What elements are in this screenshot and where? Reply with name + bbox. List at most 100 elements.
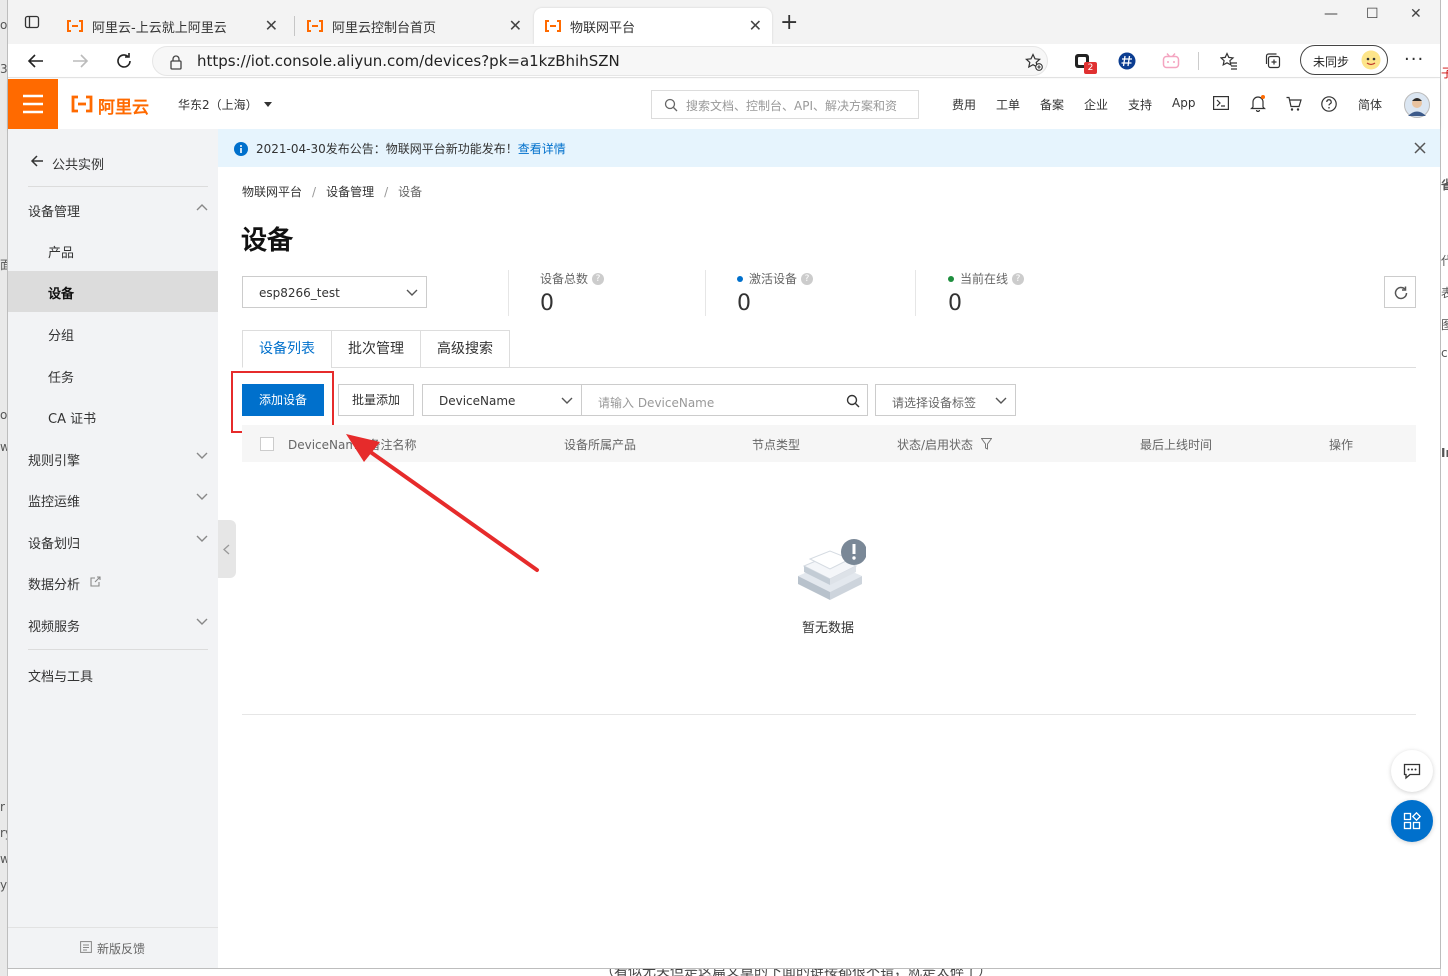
sidebar-section-video[interactable]: 视频服务: [8, 604, 218, 645]
sidebar-section-monitoring[interactable]: 监控运维: [8, 479, 218, 520]
user-avatar[interactable]: [1404, 92, 1430, 118]
announcement-link[interactable]: 查看详情: [518, 142, 566, 156]
bilibili-extension-icon[interactable]: [1162, 52, 1180, 70]
tab-device-list[interactable]: 设备列表: [242, 330, 332, 368]
tab-advanced-search[interactable]: 高级搜索: [420, 330, 510, 368]
filter-icon[interactable]: [981, 438, 992, 450]
close-icon[interactable]: ✕: [265, 17, 278, 35]
batch-add-button[interactable]: 批量添加: [338, 384, 414, 416]
language-switch[interactable]: 简体: [1358, 96, 1382, 113]
bg-fragment: 子: [1441, 66, 1448, 80]
device-name-search-input[interactable]: 请输入 DeviceName: [581, 384, 868, 416]
sidebar-docs-tools[interactable]: 文档与工具: [8, 654, 218, 695]
tab-title: 阿里云-上云就上阿里云: [92, 20, 227, 36]
apps-button[interactable]: [1391, 800, 1433, 842]
tab-actions-icon[interactable]: [24, 14, 40, 30]
aliyun-logo-icon[interactable]: [70, 95, 94, 113]
device-tag-select[interactable]: 请选择设备标签: [875, 384, 1016, 416]
sidebar-section-data-analysis[interactable]: 数据分析: [8, 562, 218, 603]
search-field-select[interactable]: DeviceName: [422, 384, 582, 416]
hash-extension-icon[interactable]: [1118, 52, 1136, 70]
sidebar-section-device-transfer[interactable]: 设备划归: [8, 521, 218, 562]
topbar-link-support[interactable]: 支持: [1128, 96, 1152, 113]
column-header: 操作: [1329, 438, 1354, 452]
maximize-icon[interactable]: ☐: [1366, 6, 1379, 22]
console-search-input[interactable]: 搜索文档、控制台、API、解决方案和资: [651, 90, 919, 119]
reload-icon[interactable]: [114, 51, 134, 71]
browser-tab[interactable]: 阿里云控制台首页 ✕: [296, 8, 532, 44]
collections-icon[interactable]: [1264, 52, 1282, 70]
breadcrumb-item[interactable]: 物联网平台: [242, 185, 302, 199]
sidebar-item-label: 分组: [48, 329, 75, 344]
brand-name[interactable]: 阿里云: [98, 93, 149, 118]
profile-sync-button[interactable]: 未同步: [1300, 45, 1388, 75]
window-close-icon[interactable]: ✕: [1410, 6, 1422, 22]
bg-fragment: 省: [1441, 178, 1448, 192]
feedback-button[interactable]: 新版反馈: [8, 927, 218, 968]
back-icon[interactable]: [26, 51, 46, 71]
bell-icon[interactable]: [1250, 94, 1266, 112]
sidebar: 公共实例 设备管理 产品 设备 分组 任务 CA 证书 规则引擎 监控运维 设备…: [8, 129, 218, 968]
topbar-link-app[interactable]: App: [1172, 96, 1195, 110]
chevron-down-icon: [406, 289, 418, 296]
favorites-icon[interactable]: [1220, 52, 1238, 70]
cart-icon[interactable]: [1286, 96, 1302, 112]
topbar-link-enterprise[interactable]: 企业: [1084, 96, 1108, 113]
close-icon[interactable]: ✕: [509, 17, 522, 35]
menu-button[interactable]: [8, 79, 58, 129]
region-selector[interactable]: 华东2（上海）: [178, 96, 272, 113]
chevron-down-icon: [561, 397, 573, 404]
topbar-link-icp[interactable]: 备案: [1040, 96, 1064, 113]
question-icon[interactable]: ?: [1012, 272, 1025, 285]
search-icon[interactable]: [846, 394, 860, 408]
browser-tab-active[interactable]: 物联网平台 ✕: [534, 8, 772, 44]
topbar-link-tickets[interactable]: 工单: [996, 96, 1020, 113]
bg-fragment: In: [1441, 446, 1448, 460]
breadcrumb-item[interactable]: 设备管理: [326, 185, 374, 199]
forward-icon[interactable]: [70, 51, 90, 71]
help-icon[interactable]: [1321, 96, 1337, 112]
sidebar-section-rules[interactable]: 规则引擎: [8, 438, 218, 479]
sync-label: 未同步: [1313, 55, 1350, 69]
empty-state-illustration: [794, 536, 866, 602]
page-title: 设备: [241, 226, 294, 256]
stat-activated-devices: 激活设备? 0: [737, 270, 814, 316]
sidebar-item-tasks[interactable]: 任务: [8, 355, 218, 396]
column-header: 节点类型: [752, 438, 801, 452]
terminal-icon[interactable]: [1213, 96, 1229, 110]
sidebar-item-ca-cert[interactable]: CA 证书: [8, 396, 218, 437]
close-icon[interactable]: ✕: [749, 17, 762, 35]
sidebar-collapse-handle[interactable]: [218, 520, 236, 578]
sidebar-item-products[interactable]: 产品: [8, 230, 218, 271]
more-menu-icon[interactable]: ···: [1404, 49, 1424, 70]
question-icon[interactable]: ?: [801, 272, 814, 285]
sidebar-back[interactable]: 公共实例: [8, 139, 218, 187]
product-select[interactable]: esp8266_test: [242, 276, 427, 308]
highlight-box: [231, 371, 334, 433]
bg-fragment: oa: [0, 408, 8, 422]
table-bottom-border: [242, 714, 1416, 715]
sidebar-item-groups[interactable]: 分组: [8, 313, 218, 354]
refresh-button[interactable]: [1384, 276, 1416, 308]
topbar-link-fees[interactable]: 费用: [952, 96, 976, 113]
select-all-checkbox[interactable]: [260, 437, 274, 451]
add-favorite-icon[interactable]: [1025, 53, 1043, 71]
lock-icon[interactable]: [169, 54, 183, 70]
url-bar[interactable]: https://iot.console.aliyun.com/devices?p…: [152, 46, 1048, 76]
new-tab-icon[interactable]: +: [780, 12, 798, 34]
tab-batch-management[interactable]: 批次管理: [331, 330, 421, 368]
question-icon[interactable]: ?: [592, 272, 605, 285]
chat-button[interactable]: [1391, 750, 1433, 792]
close-icon[interactable]: [1414, 142, 1426, 154]
chevron-up-icon: [196, 204, 208, 211]
minimize-icon[interactable]: —: [1324, 6, 1338, 22]
hamburger-icon: [23, 94, 43, 114]
sidebar-item-devices[interactable]: 设备: [8, 271, 218, 312]
browser-tab[interactable]: 阿里云-上云就上阿里云 ✕: [56, 8, 288, 44]
bg-fragment: ry: [0, 826, 8, 840]
aliyun-logo-icon: [67, 20, 83, 32]
sidebar-docs-label: 文档与工具: [28, 670, 94, 685]
feedback-icon: [80, 941, 92, 953]
url-text: https://iot.console.aliyun.com/devices?p…: [197, 52, 620, 70]
sidebar-group-device-management[interactable]: 设备管理: [8, 189, 218, 230]
